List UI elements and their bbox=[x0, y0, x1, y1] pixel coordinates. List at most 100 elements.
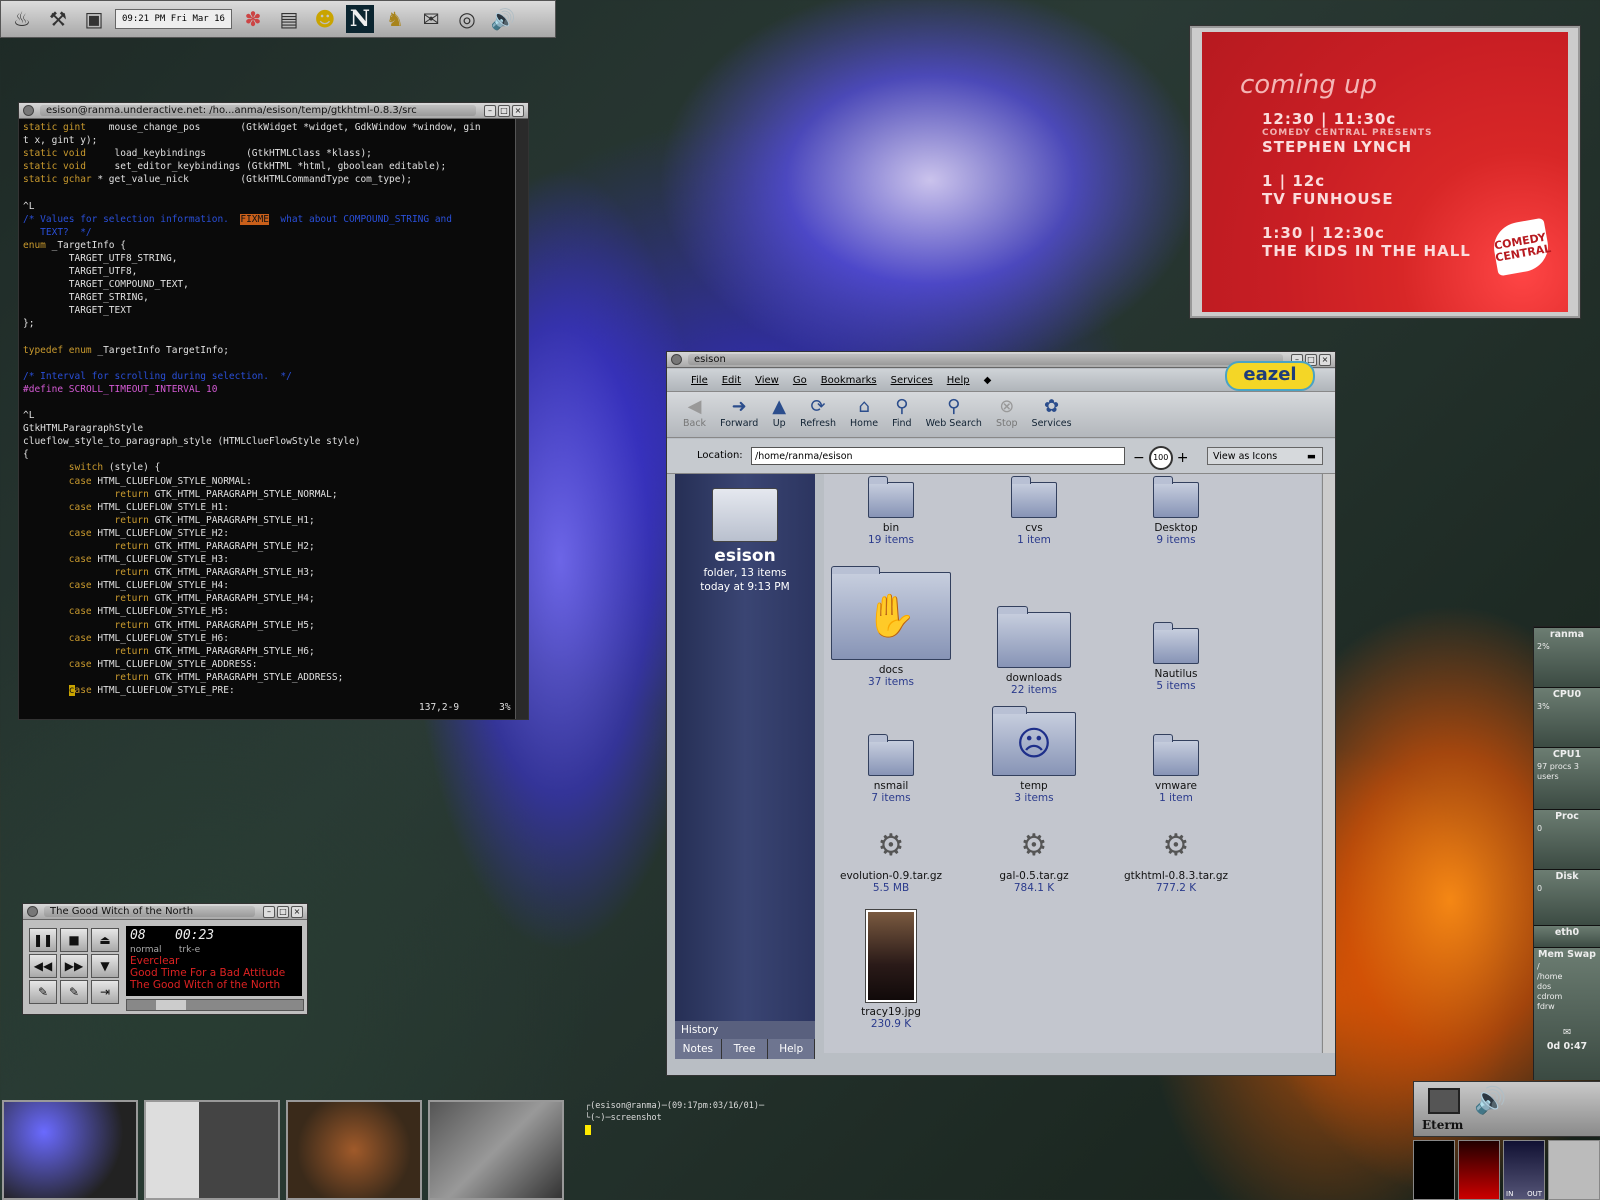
menu-services[interactable]: Services bbox=[891, 375, 933, 386]
exit-button[interactable]: ⇥ bbox=[91, 980, 119, 1004]
terminal-scrollbar[interactable] bbox=[515, 119, 528, 719]
pager-desktop-4[interactable] bbox=[428, 1100, 564, 1200]
toolbar-refresh-button[interactable]: ⟳ Refresh bbox=[800, 396, 836, 429]
toolbar-back-button[interactable]: ◀ Back bbox=[683, 396, 706, 429]
pager-desktop-2[interactable] bbox=[144, 1100, 280, 1200]
toolbar-services-button[interactable]: ✿ Services bbox=[1032, 396, 1072, 429]
nautilus-window[interactable]: esison – □ × File Edit View Go Bookmarks… bbox=[667, 352, 1335, 1075]
previous-button[interactable]: ◀◀ bbox=[29, 954, 57, 978]
window-menu-icon[interactable] bbox=[27, 906, 38, 917]
view-as-select[interactable]: View as Icons ▬ bbox=[1207, 447, 1323, 465]
netscape-icon[interactable]: N bbox=[345, 5, 374, 33]
tab-help[interactable]: Help bbox=[768, 1039, 816, 1059]
menu-bookmarks[interactable]: Bookmarks bbox=[821, 375, 877, 386]
maximize-button[interactable]: □ bbox=[498, 104, 510, 117]
location-input[interactable] bbox=[751, 447, 1125, 465]
speaker-icon[interactable]: 🔊 bbox=[488, 4, 518, 34]
mount-point[interactable]: / bbox=[1534, 962, 1600, 972]
playlist-button[interactable]: ✎ bbox=[29, 980, 57, 1004]
menu-down-button[interactable]: ▼ bbox=[91, 954, 119, 978]
mount-point[interactable]: fdrw bbox=[1534, 1002, 1600, 1012]
minimize-button[interactable]: – bbox=[263, 905, 275, 918]
zoom-level[interactable]: 100 bbox=[1148, 446, 1173, 470]
close-button[interactable]: × bbox=[512, 104, 524, 117]
xmms-player[interactable]: The Good Witch of the North – □ × ❚❚ ■ ⏏… bbox=[23, 904, 307, 1014]
file-item[interactable]: ⚙ gal-0.5.tar.gz 784.1 K bbox=[969, 826, 1099, 894]
window-menu-icon[interactable] bbox=[671, 354, 682, 365]
mount-point[interactable]: /home bbox=[1534, 972, 1600, 982]
seek-bar[interactable] bbox=[126, 999, 304, 1011]
zoom-out-button[interactable]: − bbox=[1133, 450, 1145, 466]
pager-desktop-3[interactable] bbox=[286, 1100, 422, 1200]
menu-go[interactable]: Go bbox=[793, 375, 807, 386]
file-item[interactable]: ⚙ evolution-0.9.tar.gz 5.5 MB bbox=[826, 826, 956, 894]
window-menu-icon[interactable] bbox=[23, 105, 34, 116]
terminal-window[interactable]: esison@ranma.underactive.net: /ho...anma… bbox=[19, 103, 528, 719]
icon-view[interactable]: bin 19 items cvs 1 item Desktop 9 items ✋ docs 3… bbox=[824, 474, 1321, 1053]
terminal-text[interactable]: static gint mouse_change_pos (GtkWidget … bbox=[19, 119, 516, 719]
zoom-in-button[interactable]: + bbox=[1177, 450, 1189, 466]
toolbar-web-search-button[interactable]: ⚲ Web Search bbox=[926, 396, 982, 429]
eterm-launcher[interactable]: 🔊 Eterm bbox=[1413, 1081, 1600, 1137]
screen-thumbnail[interactable] bbox=[1458, 1140, 1500, 1200]
seek-thumb[interactable] bbox=[156, 1000, 186, 1010]
file-item[interactable]: nsmail 7 items bbox=[826, 734, 956, 804]
monitor-icon[interactable]: ▣ bbox=[79, 4, 109, 34]
file-item[interactable]: downloads 22 items bbox=[969, 606, 1099, 696]
file-item[interactable]: bin 19 items bbox=[826, 476, 956, 546]
maximize-button[interactable]: □ bbox=[277, 905, 289, 918]
xmms-titlebar[interactable]: The Good Witch of the North – □ × bbox=[23, 904, 307, 920]
tool-icon[interactable]: ⚒ bbox=[43, 4, 73, 34]
eazel-logo[interactable]: eazel bbox=[1225, 361, 1315, 391]
toolbar-find-button[interactable]: ⚲ Find bbox=[892, 396, 911, 429]
close-button[interactable]: × bbox=[1319, 353, 1331, 366]
menu-file[interactable]: File bbox=[691, 375, 708, 386]
next-button[interactable]: ▶▶ bbox=[60, 954, 88, 978]
menu-help[interactable]: Help bbox=[947, 375, 970, 386]
speaker-icon[interactable]: 🔊 bbox=[1474, 1086, 1506, 1116]
toolbar-forward-button[interactable]: ➜ Forward bbox=[720, 396, 758, 429]
file-item[interactable]: Desktop 9 items bbox=[1111, 476, 1241, 546]
minimize-button[interactable]: – bbox=[484, 104, 496, 117]
file-count: 3 items bbox=[1014, 792, 1054, 804]
toolbar-home-button[interactable]: ⌂ Home bbox=[850, 396, 878, 429]
toolbar-stop-button[interactable]: ⊗ Stop bbox=[996, 396, 1018, 429]
user-icon[interactable]: ☻ bbox=[310, 4, 340, 34]
icon-view-scrollbar[interactable] bbox=[1322, 474, 1335, 1053]
file-item[interactable]: tracy19.jpg 230.9 K bbox=[826, 909, 956, 1030]
tab-notes[interactable]: Notes bbox=[675, 1039, 722, 1059]
dog-icon[interactable]: ♞ bbox=[380, 4, 410, 34]
eject-button[interactable]: ⏏ bbox=[91, 928, 119, 952]
tab-tree[interactable]: Tree bbox=[721, 1039, 769, 1059]
menu-edit[interactable]: Edit bbox=[722, 375, 741, 386]
terminal-titlebar[interactable]: esison@ranma.underactive.net: /ho...anma… bbox=[19, 103, 528, 119]
tv-window[interactable]: coming up 12:30 | 11:30c COMEDY CENTRAL … bbox=[1190, 26, 1580, 318]
close-button[interactable]: × bbox=[291, 905, 303, 918]
fish-icon[interactable]: ✽ bbox=[238, 4, 268, 34]
cd-icon[interactable]: ◎ bbox=[452, 4, 482, 34]
tab-history[interactable]: History bbox=[675, 1021, 815, 1039]
clock-applet[interactable]: 09:21 PM Fri Mar 16 bbox=[115, 9, 232, 29]
menu-view[interactable]: View bbox=[755, 375, 779, 386]
pager-desktop-1[interactable] bbox=[2, 1100, 138, 1200]
mount-point[interactable]: dos bbox=[1534, 982, 1600, 992]
shell-prompt[interactable]: ┌(esison@ranma)─(09:17pm:03/16/01)─ └(~)… bbox=[585, 1100, 764, 1136]
pause-button[interactable]: ❚❚ bbox=[29, 928, 57, 952]
equalizer-button[interactable]: ✎ bbox=[60, 980, 88, 1004]
stop-button[interactable]: ■ bbox=[60, 928, 88, 952]
tv-listing: 1 | 12c TV FUNHOUSE bbox=[1262, 172, 1394, 208]
file-item[interactable]: cvs 1 item bbox=[969, 476, 1099, 546]
file-item[interactable]: ✋ docs 37 items bbox=[826, 566, 956, 688]
mixer-sliders[interactable] bbox=[1548, 1140, 1600, 1200]
terminal-icon[interactable]: ▤ bbox=[274, 4, 304, 34]
mail-icon[interactable]: ✉ bbox=[416, 4, 446, 34]
screen-thumbnail[interactable] bbox=[1413, 1140, 1455, 1200]
file-item[interactable]: vmware 1 item bbox=[1111, 734, 1241, 804]
mount-point[interactable]: cdrom bbox=[1534, 992, 1600, 1002]
file-item[interactable]: ⚙ gtkhtml-0.8.3.tar.gz 777.2 K bbox=[1111, 826, 1241, 894]
gnome-foot-icon[interactable]: ♨ bbox=[7, 4, 37, 34]
gkrellm-monitor[interactable]: ranma 2% CPU0 3% CPU1 97 procs 3 users Proc… bbox=[1533, 626, 1600, 1080]
file-item[interactable]: ☹ temp 3 items bbox=[969, 706, 1099, 804]
file-item[interactable]: Nautilus 5 items bbox=[1111, 622, 1241, 692]
toolbar-up-button[interactable]: ▲ Up bbox=[772, 396, 786, 429]
